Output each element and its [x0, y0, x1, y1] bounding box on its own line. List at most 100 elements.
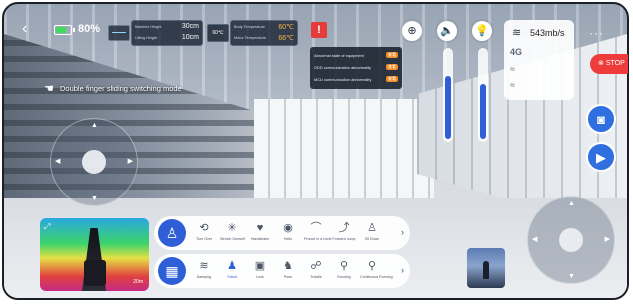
battery-icon [54, 25, 75, 35]
action-label: Continuous Running [360, 275, 393, 279]
alert-row[interactable]: MCU communication abnormality 查看 [314, 73, 398, 85]
arrow-up-icon: ▲ [91, 122, 98, 129]
action-label: Damping [196, 275, 212, 279]
action-button[interactable]: ♞ Pose [276, 257, 300, 279]
level-icon [108, 25, 130, 41]
video-camera-icon[interactable]: ▶ [586, 142, 616, 172]
hand-gesture-icon: ☚ [44, 83, 54, 95]
action-button[interactable]: ▣ Lock [248, 257, 272, 279]
chevron-right-icon[interactable]: › [401, 265, 404, 275]
stop-label: STOP [605, 60, 625, 67]
arrow-down-icon: ▼ [91, 195, 98, 202]
action-button[interactable]: ⚲ Running [332, 257, 356, 279]
depth-camera-view[interactable]: ⤢ 20m [40, 218, 149, 291]
gesture-hint: Double finger sliding switching mode [60, 84, 182, 93]
action-button[interactable]: ♟ Stand [220, 257, 244, 279]
more-icon[interactable]: ··· [589, 26, 604, 40]
running-icon: ⚲ [339, 260, 349, 272]
body-temp-label: Body Temperature [234, 24, 265, 29]
action-label: Handshake [250, 237, 270, 241]
action-label: Running [337, 275, 351, 279]
trot-icon: ☍ [310, 260, 322, 272]
alert-badge[interactable]: 查看 [386, 76, 398, 82]
wifi-weak-icon: ≈ [510, 64, 515, 74]
arrow-down-icon: ▼ [568, 273, 575, 280]
left-joystick[interactable]: ▲ ▼ ◀ ▶ [50, 118, 138, 206]
alert-badge[interactable]: 查看 [386, 52, 398, 58]
motor-temp-value: 66℃ [278, 34, 294, 42]
action-button[interactable]: ⚲ Continuous Running [360, 257, 393, 279]
alert-badge[interactable]: 查看 [386, 64, 398, 70]
action-label: Stretch Oneself [220, 237, 245, 241]
stop-button[interactable]: ⊗ STOP [590, 54, 628, 74]
action-label: Pose [283, 275, 293, 279]
alert-row[interactable]: Abnormal state of equipment 查看 [314, 49, 398, 61]
expand-icon[interactable]: ⤢ [44, 222, 50, 232]
action-label: Sit Down [364, 237, 380, 241]
map-scale: 20m [133, 279, 143, 285]
action-label: Trotaile [310, 275, 322, 279]
back-icon[interactable]: ‹ [22, 21, 36, 37]
crosshair-icon[interactable]: ⊕ [402, 21, 422, 41]
grid-icon[interactable]: ▦ [158, 257, 186, 285]
photo-thumbnail[interactable] [467, 248, 505, 288]
network-panel: ≋ 543mb/s 4G ≈ ≈ [504, 20, 574, 100]
machine-height-value: 30cm [181, 23, 199, 30]
lifting-height-value: 10cm [181, 34, 199, 41]
forward-jump-icon: ⤴ [338, 222, 350, 234]
action-label: Forward Jump [332, 237, 356, 241]
lock-icon: ▣ [254, 260, 266, 272]
stand-icon: ♟ [227, 260, 237, 272]
joystick-knob[interactable] [82, 150, 106, 174]
action-button[interactable]: ⟲ Turn Over [192, 219, 216, 241]
lightbulb-icon[interactable]: 💡 [472, 21, 492, 41]
volume-slider[interactable] [443, 48, 453, 142]
volume-slider-fill [445, 75, 451, 139]
brightness-slider[interactable] [478, 48, 488, 142]
action-button[interactable]: ♙ Sit Down [360, 219, 384, 241]
stretch-icon: ✳ [227, 222, 237, 234]
robot-silhouette [84, 260, 106, 286]
handshake-icon: ♥ [256, 222, 264, 234]
arrow-up-icon: ▲ [568, 200, 575, 207]
right-joystick[interactable]: ▲ ▼ ◀ ▶ [527, 196, 615, 284]
action-button[interactable]: ✳ Stretch Oneself [220, 219, 245, 241]
alert-list: Abnormal state of equipment 查看 ODD commu… [310, 47, 402, 89]
speaker-icon[interactable]: 🔈 [437, 21, 457, 41]
joystick-knob[interactable] [559, 228, 583, 252]
action-label: Hello [283, 237, 293, 241]
prance-icon: ⌒ [310, 222, 322, 234]
alert-text: Abnormal state of equipment [314, 52, 364, 58]
action-button[interactable]: ♥ Handshake [248, 219, 272, 241]
alert-row[interactable]: ODD communication abnormality 查看 [314, 61, 398, 73]
action-button[interactable]: ≋ Damping [192, 257, 216, 279]
pose-icon: ♞ [283, 260, 293, 272]
battery-percent-value: 80 [78, 23, 91, 35]
hello-icon: ◉ [283, 222, 293, 234]
camera-icon[interactable]: ◙ [586, 104, 616, 134]
action-button[interactable]: ⤴ Forward Jump [332, 219, 356, 241]
lifting-height-label: Lifting Height [135, 35, 158, 40]
temperature-panel: Body Temperature 60℃ Motor Temperature 6… [230, 20, 298, 46]
cellular-label: 4G [510, 47, 523, 57]
chevron-right-icon[interactable]: › [401, 227, 404, 237]
action-label: Lock [256, 275, 264, 279]
body-temp-value: 60℃ [278, 23, 294, 31]
arrow-right-icon: ▶ [604, 236, 610, 243]
person-icon[interactable]: ♙ [158, 219, 186, 247]
alert-text: MCU communication abnormality [314, 76, 372, 82]
action-button[interactable]: ☍ Trotaile [304, 257, 328, 279]
person-silhouette [483, 261, 489, 279]
warning-icon[interactable]: ! [311, 22, 327, 38]
temperature-chip: 60℃ [207, 24, 229, 42]
sit-icon: ♙ [367, 222, 377, 234]
action-bar-modes: ▦ ≋ Damping ♟ Stand ▣ Lock ♞ Pose ☍ Trotaile ⚲ Runn… [154, 254, 410, 288]
action-bar-tricks: ♙ ⟲ Turn Over ✳ Stretch Oneself ♥ Handshake ◉ H… [154, 216, 410, 250]
wifi-off-icon: ≈ [510, 80, 515, 90]
machine-height-label: Machine Height [135, 24, 162, 29]
motor-temp-label: Motor Temperature [234, 35, 267, 40]
turnover-icon: ⟲ [199, 222, 209, 234]
action-label: Prance in a circle [304, 237, 332, 241]
action-button[interactable]: ◉ Hello [276, 219, 300, 241]
action-button[interactable]: ⌒ Prance in a circle [304, 219, 332, 241]
